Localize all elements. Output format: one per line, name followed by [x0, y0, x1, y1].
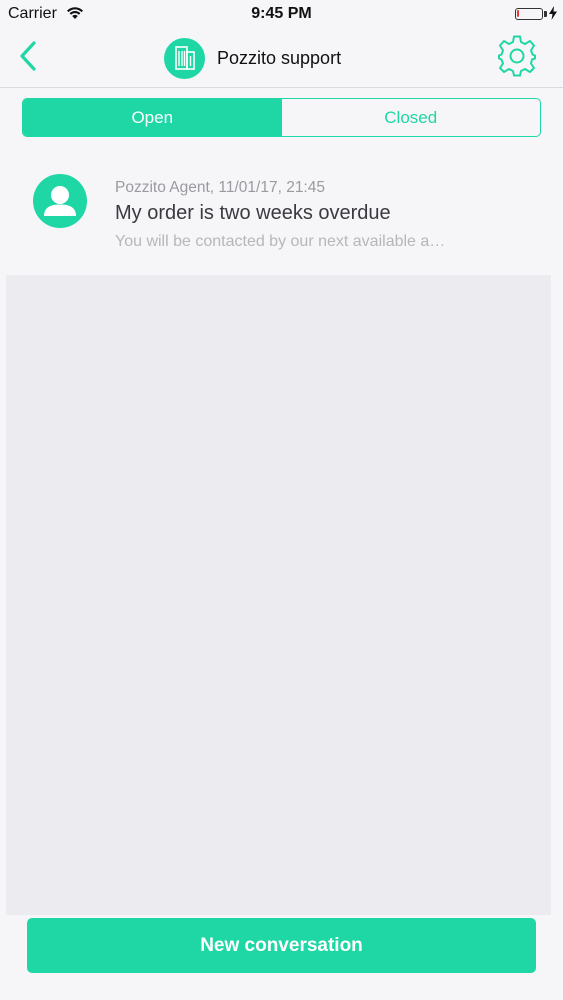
nav-title-group: Pozzito support	[164, 37, 341, 79]
battery-level	[517, 10, 519, 17]
conversation-list-empty-area	[6, 275, 551, 915]
navigation-bar: Pozzito support	[0, 30, 563, 88]
status-segmented-control: Open Closed	[22, 98, 541, 137]
conversation-meta: Pozzito Agent, 11/01/17, 21:45	[115, 179, 325, 196]
charging-icon	[549, 6, 557, 25]
battery-icon	[515, 8, 543, 20]
back-button[interactable]	[8, 38, 48, 78]
conversation-preview: You will be contacted by our next availa…	[115, 233, 446, 250]
user-avatar-icon	[33, 174, 87, 228]
status-bar: Carrier 9:45 PM	[0, 0, 563, 30]
conversation-list-item[interactable]: Pozzito Agent, 11/01/17, 21:45 My order …	[0, 147, 563, 273]
status-time: 9:45 PM	[251, 5, 312, 22]
battery-nub	[544, 11, 547, 17]
conversation-subject: My order is two weeks overdue	[115, 202, 391, 224]
page-title: Pozzito support	[217, 47, 342, 68]
tab-closed[interactable]: Closed	[282, 99, 541, 136]
settings-button[interactable]	[495, 35, 539, 82]
building-icon	[164, 37, 205, 79]
new-conversation-button[interactable]: New conversation	[27, 918, 536, 973]
tab-open[interactable]: Open	[23, 99, 282, 136]
gear-icon	[496, 35, 538, 82]
back-chevron-icon	[18, 40, 38, 76]
